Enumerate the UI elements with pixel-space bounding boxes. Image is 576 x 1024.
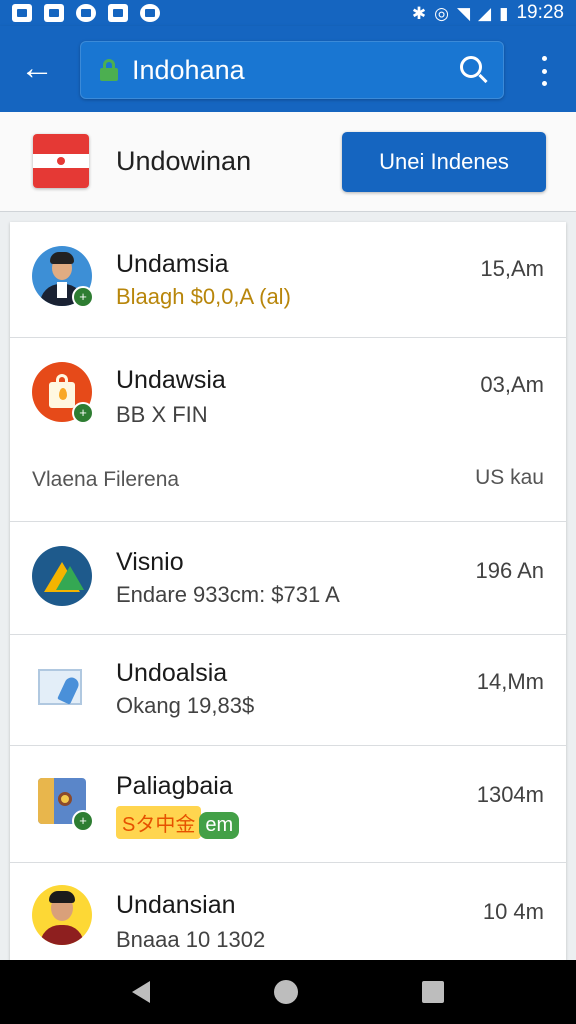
status-badge-icon: +	[72, 286, 94, 308]
mail-icon	[12, 4, 32, 22]
flag-icon	[33, 134, 89, 188]
item-title: Undansian	[116, 891, 236, 919]
compass-icon	[140, 4, 160, 22]
item-time: 14,Mm	[476, 669, 544, 694]
status-badge-icon: +	[72, 402, 94, 424]
item-time: 1304m	[476, 782, 544, 807]
item-extra-value: US kau	[475, 466, 544, 489]
item-subtitle: Okang 19,83$	[116, 693, 255, 718]
item-extra-label: Vlaena Filerena	[32, 468, 180, 491]
item-subtitle: Blaagh $0,0,A (al)	[116, 284, 291, 309]
app-bar: ← Indohana	[0, 26, 576, 112]
item-time: 10 4m	[482, 899, 544, 924]
status-bar: ✱ ◎ ◥ ◢ ▮ 19:28	[0, 0, 576, 26]
person-yellow-avatar	[32, 885, 92, 945]
item-title: Paliagbaia	[116, 772, 233, 800]
list-item[interactable]: Undoalsia Okang 19,83$ 14,Mm	[10, 635, 566, 746]
item-time: 15,Am	[480, 256, 544, 281]
page-title: Undowinan	[116, 146, 252, 176]
nav-recents-icon[interactable]	[422, 981, 444, 1003]
back-arrow-icon[interactable]: ←	[18, 50, 56, 88]
photo-icon	[108, 4, 128, 22]
conversation-list: + Undamsia Blaagh $0,0,A (al) 15,Am + Un…	[10, 222, 566, 962]
item-subtitle: Sタ中金 em	[116, 806, 240, 839]
battery-icon: ▮	[499, 3, 509, 23]
signal-icon: ◢	[478, 3, 492, 23]
item-title: Undoalsia	[116, 659, 228, 687]
wifi-icon: ◥	[456, 3, 471, 23]
clock: 19:28	[516, 2, 564, 23]
item-title: Undamsia	[116, 250, 229, 278]
nav-home-icon[interactable]	[274, 980, 298, 1004]
item-subtitle: BB X FIN	[116, 402, 208, 427]
list-item[interactable]: Visnio Endare 933cm: $731 A 196 An	[10, 522, 566, 635]
alarm-icon: ◎	[434, 3, 449, 23]
item-time: 03,Am	[480, 372, 544, 397]
item-title: Visnio	[116, 548, 184, 576]
list-item[interactable]: + Undawsia BB X FIN 03,Am Vlaena Fileren…	[10, 338, 566, 522]
item-tag-green: em	[199, 812, 240, 839]
map-avatar	[32, 546, 92, 606]
status-badge-icon: +	[72, 810, 94, 832]
item-tag: Sタ中金	[116, 806, 202, 839]
bluetooth-icon: ✱	[411, 3, 427, 23]
search-icon[interactable]	[452, 50, 492, 90]
app-icon	[76, 4, 96, 22]
system-icons: ✱ ◎ ◥ ◢ ▮ 19:28	[412, 2, 564, 24]
envelope-pin-avatar	[32, 657, 92, 717]
item-title: Undawsia	[116, 366, 226, 394]
list-item[interactable]: Undansian Bnaaa 10 1302 10 4m	[10, 863, 566, 962]
page-header: Undowinan Unei Indenes	[0, 112, 576, 212]
system-nav-bar	[0, 960, 576, 1024]
search-field[interactable]: Indohana	[80, 41, 504, 99]
notification-icons	[12, 4, 160, 22]
list-item[interactable]: + Undamsia Blaagh $0,0,A (al) 15,Am	[10, 222, 566, 338]
header-action-button[interactable]: Unei Indenes	[342, 132, 546, 192]
search-input[interactable]: Indohana	[132, 55, 452, 86]
lock-icon	[100, 59, 118, 81]
list-item[interactable]: + Paliagbaia Sタ中金 em 1304m	[10, 746, 566, 863]
more-vert-icon[interactable]	[532, 54, 556, 88]
item-time: 196 An	[475, 558, 544, 583]
image-icon	[44, 4, 64, 22]
item-subtitle: Bnaaa 10 1302	[116, 927, 266, 952]
nav-back-icon[interactable]	[132, 981, 150, 1003]
item-subtitle: Endare 933cm: $731 A	[116, 582, 340, 607]
